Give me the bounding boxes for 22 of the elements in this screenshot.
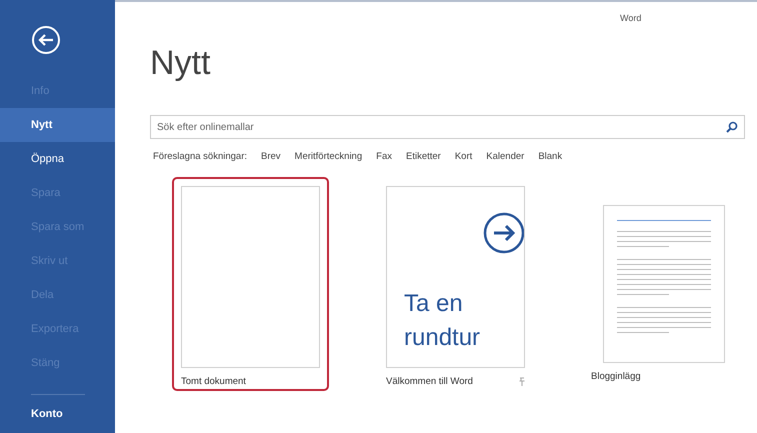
suggestion-link[interactable]: Brev [261, 151, 281, 162]
template-tile[interactable]: Blogginlägg [582, 177, 739, 391]
sidebar-item[interactable]: Nytt [0, 108, 115, 142]
template-label: Tomt dokument [181, 376, 246, 387]
sidebar-item[interactable]: Öppna [0, 142, 115, 176]
template-label: Blogginlägg [591, 371, 641, 382]
tile-text: Ta en rundtur [404, 289, 482, 353]
suggestion-link[interactable]: Etiketter [406, 151, 441, 162]
sidebar-item[interactable]: Konto [0, 395, 115, 433]
template-tile[interactable]: Tomt dokument [172, 177, 329, 391]
suggestion-link[interactable]: Meritförteckning [294, 151, 362, 162]
window-title: Word [620, 13, 642, 23]
suggestions-label: Föreslagna sökningar: [153, 151, 247, 162]
template-tile[interactable]: Ta en rundtur Välkommen till Word [377, 177, 534, 391]
template-label: Välkommen till Word [386, 376, 473, 387]
search-field[interactable]: Sök efter onlinemallar [150, 115, 745, 139]
page-heading: Nytt [150, 43, 212, 83]
suggestion-link[interactable]: Blank [538, 151, 562, 162]
suggestion-link[interactable]: Kort [454, 151, 472, 162]
search-icon[interactable] [726, 121, 738, 133]
suggestion-link[interactable]: Kalender [486, 151, 524, 162]
suggestion-link[interactable]: Fax [376, 151, 392, 162]
